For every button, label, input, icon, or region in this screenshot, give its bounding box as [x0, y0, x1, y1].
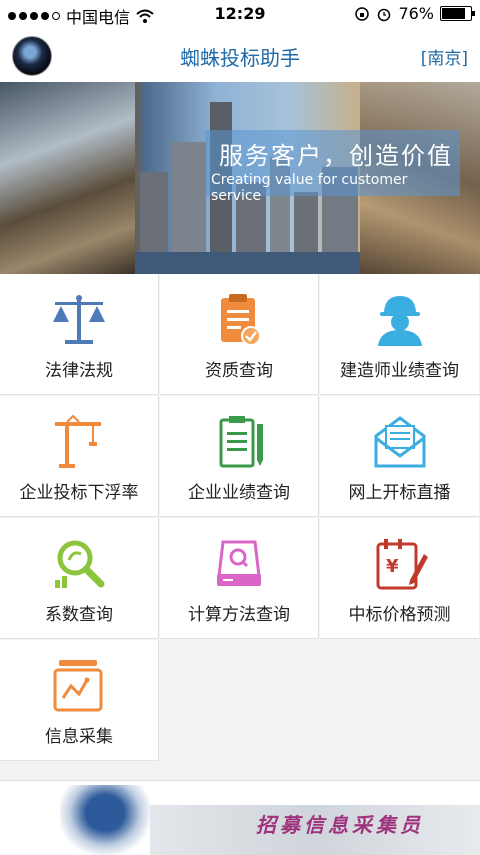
city-selector[interactable]: [南京]: [421, 44, 468, 69]
menu-item-price-forecast[interactable]: ¥ 中标价格预测: [320, 518, 479, 639]
menu-item-bid-rate[interactable]: 企业投标下浮率: [0, 396, 159, 517]
menu-label: 法律法规: [45, 361, 113, 381]
banner-glass-left: [0, 82, 135, 274]
notepad-pen-icon: [219, 416, 263, 468]
menu-label: 企业投标下浮率: [19, 483, 139, 503]
status-right: 76%: [354, 4, 475, 23]
menu-label: 系数查询: [45, 605, 113, 625]
menu-item-live-bid[interactable]: 网上开标直播: [320, 396, 479, 517]
menu-item-calc-method[interactable]: 计算方法查询: [160, 518, 319, 639]
svg-text:¥: ¥: [386, 556, 399, 577]
alarm-icon: [378, 8, 391, 21]
menu-item-qualification[interactable]: 资质查询: [160, 274, 319, 395]
battery-percent: 76%: [398, 4, 434, 23]
folder-chart-icon: [53, 660, 103, 712]
envelope-icon: [374, 416, 425, 468]
slogan-cn: 服务客户，创造价值: [219, 142, 453, 170]
menu-item-laws[interactable]: 法律法规: [0, 274, 159, 395]
scales-icon: [53, 295, 105, 344]
menu-item-info-collect[interactable]: 信息采集: [0, 640, 159, 761]
menu-item-builder[interactable]: 建造师业绩查询: [320, 274, 479, 395]
battery-icon: [440, 6, 475, 21]
banner-water: [135, 252, 360, 274]
menu-item-coefficient[interactable]: 系数查询: [0, 518, 159, 639]
menu-label: 计算方法查询: [188, 605, 290, 625]
worker-helmet-icon: [377, 296, 422, 346]
menu-label: 资质查询: [205, 361, 273, 381]
menu-label: 企业业绩查询: [188, 483, 290, 503]
crane-icon: [55, 414, 101, 468]
menu-label: 中标价格预测: [348, 605, 451, 625]
drive-search-icon: [217, 540, 261, 586]
page-title: 蜘蛛投标助手: [180, 46, 300, 70]
status-bar: 中国电信 12:29 76%: [0, 0, 480, 28]
rotation-lock-icon: [355, 6, 370, 21]
banner[interactable]: 服务客户，创造价值 Creating value for customer se…: [0, 82, 480, 274]
calendar-yen-icon: ¥: [376, 539, 428, 590]
banner-slogan: 服务客户，创造价值 Creating value for customer se…: [205, 130, 460, 204]
recruit-banner[interactable]: 招募信息采集员: [0, 780, 480, 855]
menu-label: 信息采集: [45, 727, 113, 747]
menu-label: 建造师业绩查询: [340, 361, 459, 381]
header: 蜘蛛投标助手 [南京]: [0, 28, 480, 83]
menu-item-company-performance[interactable]: 企业业绩查询: [160, 396, 319, 517]
magnifier-chart-icon: [55, 540, 105, 588]
slogan-en: Creating value for customer service: [211, 172, 408, 204]
clipboard-check-icon: [221, 294, 261, 346]
runner-graphic: [60, 785, 150, 855]
menu-label: 网上开标直播: [348, 483, 451, 503]
recruit-text: 招募信息采集员: [256, 813, 424, 837]
